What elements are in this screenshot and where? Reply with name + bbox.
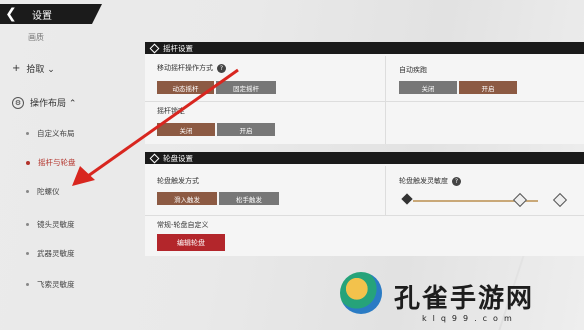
watermark-brand: 孔雀手游网 [394,284,535,314]
watermark: 孔雀手游网 klq99.com [336,268,584,330]
watermark-url: klq99.com [422,314,518,323]
peacock-logo-icon [340,272,382,314]
